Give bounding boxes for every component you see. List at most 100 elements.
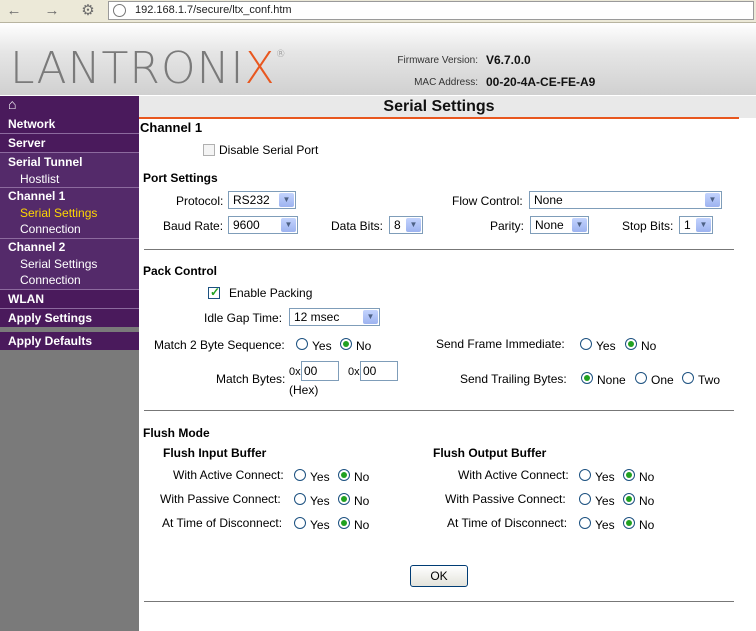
yes-label: Yes [310, 518, 330, 532]
input-active-label: With Active Connect: [173, 468, 284, 482]
input-passive-label: With Passive Connect: [160, 492, 281, 506]
pack-control-heading: Pack Control [143, 264, 218, 278]
protocol-label: Protocol: [176, 194, 224, 208]
output-active-no-radio[interactable] [623, 469, 635, 481]
browser-toolbar: ← → ⚙ 192.168.1.7/secure/ltx_conf.htm [0, 0, 756, 23]
sidebar-item-channel-1[interactable]: Channel 1 [0, 188, 139, 205]
lantronix-logo: LANTRONIX® [10, 43, 287, 94]
divider [144, 410, 734, 411]
trailing-two-label: Two [698, 373, 721, 387]
enable-packing-checkbox[interactable]: ✓ [208, 285, 220, 299]
match2-yes-radio[interactable] [296, 338, 308, 350]
protocol-select[interactable]: RS232 ▼ [228, 191, 296, 209]
input-passive-no-radio[interactable] [338, 493, 350, 505]
output-disconnect-label: At Time of Disconnect: [447, 516, 568, 530]
send-frame-yes-label: Yes [596, 339, 616, 353]
output-disconnect-no-radio[interactable] [623, 517, 635, 529]
enable-packing-label: Enable Packing [229, 286, 313, 300]
mac-label: MAC Address: [414, 77, 478, 88]
disable-serial-port-checkbox[interactable] [203, 144, 215, 156]
page-title: Serial Settings [383, 98, 495, 115]
yes-label: Yes [595, 470, 615, 484]
match-byte-1-input[interactable]: 00 [301, 361, 339, 381]
chevron-down-icon: ▼ [705, 193, 720, 207]
idle-gap-label: Idle Gap Time: [204, 311, 283, 325]
trailing-none-label: None [597, 373, 626, 387]
back-arrow-icon[interactable]: ← [6, 3, 22, 19]
no-label: No [354, 470, 370, 484]
input-passive-yes-radio[interactable] [294, 493, 306, 505]
output-disconnect-yes-radio[interactable] [579, 517, 591, 529]
chevron-down-icon: ▼ [406, 218, 421, 232]
url-text: 192.168.1.7/secure/ltx_conf.htm [135, 4, 292, 16]
ok-button[interactable]: OK [410, 565, 468, 587]
sidebar-item-server[interactable]: Server [0, 134, 139, 152]
parity-select[interactable]: None ▼ [530, 216, 589, 234]
input-active-no-radio[interactable] [338, 469, 350, 481]
disable-serial-port-label: Disable Serial Port [219, 143, 319, 157]
yes-label: Yes [595, 518, 615, 532]
idle-gap-select[interactable]: 12 msec ▼ [289, 308, 380, 326]
sidebar-item-apply-settings[interactable]: Apply Settings [0, 309, 139, 327]
input-active-yes-radio[interactable] [294, 469, 306, 481]
divider [144, 601, 734, 602]
flow-control-select[interactable]: None ▼ [529, 191, 722, 209]
no-label: No [354, 494, 370, 508]
output-active-yes-radio[interactable] [579, 469, 591, 481]
output-passive-yes-radio[interactable] [579, 493, 591, 505]
send-frame-label: Send Frame Immediate: [436, 337, 565, 351]
match2-label: Match 2 Byte Sequence: [154, 338, 285, 352]
match-byte-2-input[interactable]: 00 [360, 361, 398, 381]
home-link[interactable]: ⌂ [0, 96, 139, 115]
sidebar-item-ch1-connection[interactable]: Connection [0, 221, 139, 238]
firmware-label: Firmware Version: [397, 55, 478, 66]
sidebar-item-channel-2[interactable]: Channel 2 [0, 239, 139, 256]
input-disconnect-yes-radio[interactable] [294, 517, 306, 529]
chevron-down-icon: ▼ [363, 310, 378, 324]
flush-output-heading: Flush Output Buffer [433, 446, 547, 460]
sidebar-item-serial-tunnel[interactable]: Serial Tunnel [0, 153, 139, 171]
page-header: LANTRONIX® Firmware Version: V6.7.0.0 MA… [0, 23, 756, 95]
sidebar-item-hostlist[interactable]: Hostlist [0, 171, 139, 187]
stop-bits-select[interactable]: 1 ▼ [679, 216, 713, 234]
sidebar-item-network[interactable]: Network [0, 115, 139, 133]
chevron-down-icon: ▼ [572, 218, 587, 232]
trailing-two-radio[interactable] [682, 372, 694, 384]
yes-label: Yes [595, 494, 615, 508]
trailing-one-label: One [651, 373, 674, 387]
sidebar-item-ch2-serial-settings[interactable]: Serial Settings [0, 256, 139, 272]
chevron-down-icon: ▼ [279, 193, 294, 207]
sidebar-item-wlan[interactable]: WLAN [0, 290, 139, 308]
sidebar: ⌂ Network Server Serial Tunnel Hostlist … [0, 96, 139, 631]
title-underline [139, 117, 739, 119]
yes-label: Yes [310, 470, 330, 484]
channel-heading: Channel 1 [140, 120, 203, 135]
sidebar-item-ch2-connection[interactable]: Connection [0, 272, 139, 289]
input-disconnect-no-radio[interactable] [338, 517, 350, 529]
chevron-down-icon: ▼ [696, 218, 711, 232]
send-frame-no-radio[interactable] [625, 338, 637, 350]
send-frame-yes-radio[interactable] [580, 338, 592, 350]
baud-rate-select[interactable]: 9600 ▼ [228, 216, 298, 234]
divider [144, 249, 734, 250]
trailing-none-radio[interactable] [581, 372, 593, 384]
output-passive-no-radio[interactable] [623, 493, 635, 505]
baud-rate-label: Baud Rate: [163, 219, 224, 233]
match2-no-radio[interactable] [340, 338, 352, 350]
trailing-one-radio[interactable] [635, 372, 647, 384]
flow-control-label: Flow Control: [452, 194, 523, 208]
data-bits-select[interactable]: 8 ▼ [389, 216, 423, 234]
hex-label: (Hex) [289, 383, 319, 397]
parity-label: Parity: [490, 219, 525, 233]
sidebar-item-apply-defaults[interactable]: Apply Defaults [0, 332, 139, 350]
yes-label: Yes [310, 494, 330, 508]
address-bar[interactable]: 192.168.1.7/secure/ltx_conf.htm [108, 1, 754, 20]
match-bytes-label: Match Bytes: [216, 372, 286, 386]
port-settings-heading: Port Settings [143, 171, 218, 185]
settings-icon[interactable]: ⚙ [80, 3, 96, 19]
trailing-label: Send Trailing Bytes: [460, 372, 567, 386]
forward-arrow-icon[interactable]: → [44, 3, 60, 19]
sidebar-item-ch1-serial-settings[interactable]: Serial Settings [0, 205, 139, 221]
output-active-label: With Active Connect: [458, 468, 569, 482]
title-bar: Serial Settings [139, 96, 756, 118]
